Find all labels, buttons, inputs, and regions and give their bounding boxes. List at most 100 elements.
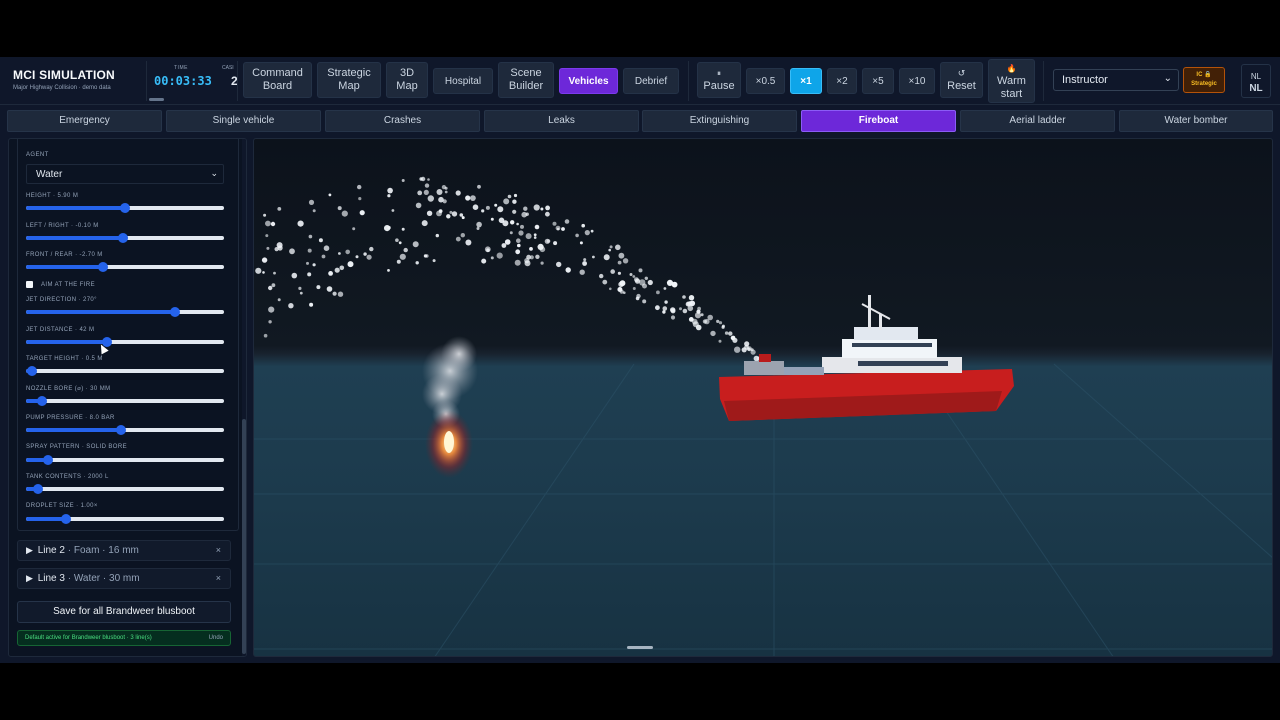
line-3-row[interactable]: ▶ Line 3 · Water · 30 mm ×: [17, 568, 231, 589]
spray-droplet: [503, 198, 510, 205]
slider-thumb[interactable]: [26, 366, 37, 376]
slider-thumb[interactable]: [60, 514, 71, 524]
reset-button[interactable]: ↺ Reset: [940, 62, 983, 98]
spray-droplet: [309, 302, 314, 307]
spray-droplet: [455, 236, 461, 242]
spray-droplet: [656, 290, 660, 295]
spray-droplet: [338, 252, 341, 255]
command-board-button[interactable]: Command Board: [243, 62, 312, 98]
speed-10-button[interactable]: ×10: [899, 68, 935, 94]
time-label: TIME: [174, 65, 188, 71]
scene-builder-button[interactable]: Scene Builder: [498, 62, 554, 98]
water-spray: [255, 176, 762, 368]
spray-droplet: [396, 259, 401, 264]
remove-line-2-icon[interactable]: ×: [216, 545, 221, 555]
vehicles-button[interactable]: Vehicles: [559, 68, 618, 94]
tab-aerial-ladder[interactable]: Aerial ladder: [960, 110, 1115, 132]
slider-thumb[interactable]: [120, 203, 130, 213]
spray-droplet: [497, 206, 504, 213]
spray-droplet: [384, 225, 391, 232]
tank-contents-label: TANK CONTENTS · 2000 L: [26, 474, 109, 480]
spray-droplet: [655, 305, 660, 311]
warm-start-button[interactable]: 🔥 Warm start: [988, 59, 1035, 103]
spray-droplet: [583, 258, 587, 262]
spray-droplet: [556, 261, 562, 268]
spray-droplet: [355, 255, 359, 259]
tab-water-bomber[interactable]: Water bomber: [1119, 110, 1273, 132]
spray-droplet: [417, 190, 423, 196]
pump-pressure-slider[interactable]: [26, 425, 224, 435]
tank-contents-slider[interactable]: [26, 484, 224, 494]
spray-droplet: [265, 220, 271, 227]
spray-droplet: [724, 331, 729, 335]
agent-select[interactable]: Water ⌄: [26, 164, 224, 184]
spray-droplet: [268, 320, 272, 324]
spray-droplet: [610, 269, 615, 274]
strategic-badge[interactable]: IC 🔒 Strategic: [1183, 67, 1225, 93]
left-right-slider[interactable]: [26, 233, 224, 243]
3d-viewport[interactable]: [253, 138, 1273, 657]
speed-5-button[interactable]: ×5: [862, 68, 894, 94]
spray-droplet: [498, 217, 505, 224]
droplet-size-slider[interactable]: [26, 514, 224, 524]
spray-pattern-slider[interactable]: [26, 455, 224, 465]
slider-thumb[interactable]: [42, 455, 53, 465]
debrief-button[interactable]: Debrief: [623, 68, 679, 94]
nozzle-bore-slider[interactable]: [26, 396, 224, 406]
tab-extinguishing[interactable]: Extinguishing: [642, 110, 797, 132]
spray-droplet: [328, 193, 332, 197]
tab-leaks[interactable]: Leaks: [484, 110, 639, 132]
front-rear-slider[interactable]: [26, 262, 224, 272]
spray-droplet: [426, 210, 433, 216]
role-select[interactable]: Instructor ⌄: [1053, 69, 1179, 91]
jet-distance-slider[interactable]: [26, 337, 224, 347]
language-toggle[interactable]: NL NL: [1241, 64, 1271, 98]
clock-scrollbar[interactable]: [149, 98, 164, 101]
slider-thumb[interactable]: [36, 396, 47, 406]
slider-thumb[interactable]: [169, 307, 180, 317]
role-select-value: Instructor: [1062, 74, 1108, 86]
slider-thumb[interactable]: [116, 425, 127, 435]
spray-droplet: [663, 287, 667, 290]
spray-droplet: [395, 238, 399, 242]
spray-droplet: [486, 248, 490, 252]
spray-droplet: [517, 243, 521, 248]
speed-1-button[interactable]: ×1: [790, 68, 822, 94]
slider-fill: [26, 310, 175, 314]
spray-droplet: [718, 339, 722, 343]
height-slider[interactable]: [26, 203, 224, 213]
hospital-button[interactable]: Hospital: [433, 68, 493, 94]
spray-droplet: [359, 210, 365, 216]
height-label: HEIGHT · 5.90 M: [26, 193, 79, 199]
tab-fireboat[interactable]: Fireboat: [801, 110, 956, 132]
tab-crashes[interactable]: Crashes: [325, 110, 480, 132]
panel-scrollbar-thumb[interactable]: [242, 419, 246, 654]
spray-droplet: [334, 267, 340, 273]
line-2-row[interactable]: ▶ Line 2 · Foam · 16 mm ×: [17, 540, 231, 561]
tab-emergency[interactable]: Emergency: [7, 110, 162, 132]
slider-thumb[interactable]: [118, 233, 129, 243]
pause-button[interactable]: ⏸ Pause: [697, 62, 741, 98]
speed-0-5-button[interactable]: ×0.5: [746, 68, 785, 94]
aim-at-fire-checkbox[interactable]: [26, 281, 33, 288]
spray-droplet: [271, 283, 276, 288]
tab-single-vehicle[interactable]: Single vehicle: [166, 110, 321, 132]
aim-at-fire-label: AIM AT THE FIRE: [41, 282, 96, 288]
spray-droplet: [525, 212, 529, 216]
save-for-all-button[interactable]: Save for all Brandweer blusboot: [17, 601, 231, 623]
slider-thumb[interactable]: [32, 484, 43, 494]
map-3d-button[interactable]: 3D Map: [386, 62, 428, 98]
spray-droplet: [512, 199, 517, 204]
spray-droplet: [357, 184, 362, 190]
spray-droplet: [316, 285, 321, 290]
speed-2-button[interactable]: ×2: [827, 68, 857, 94]
undo-button[interactable]: Undo: [209, 635, 223, 641]
strategic-map-button[interactable]: Strategic Map: [317, 62, 381, 98]
spray-droplet: [609, 287, 612, 291]
remove-line-3-icon[interactable]: ×: [216, 573, 221, 583]
target-height-slider[interactable]: [26, 366, 224, 376]
spray-droplet: [307, 272, 312, 277]
jet-direction-slider[interactable]: [26, 307, 224, 317]
viewport-drag-handle[interactable]: [627, 646, 653, 649]
spray-droplet: [288, 303, 294, 309]
